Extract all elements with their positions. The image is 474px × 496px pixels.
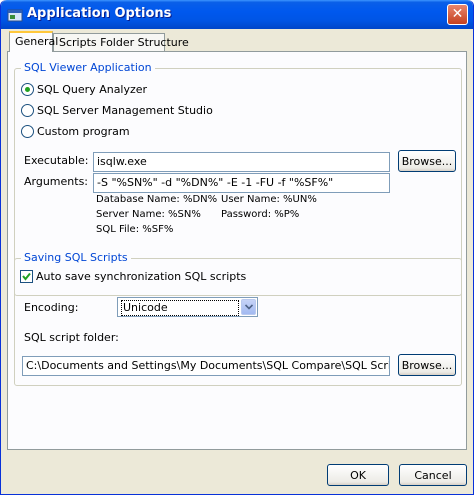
- close-icon: ✕: [451, 6, 464, 22]
- hint-database-name: Database Name: %DN%: [96, 194, 218, 205]
- title-bar[interactable]: Application Options ✕: [1, 0, 473, 29]
- executable-label: Executable:: [24, 154, 89, 167]
- hint-server-name: Server Name: %SN%: [96, 209, 201, 220]
- saving-sql-scripts-group-label: Saving SQL Scripts: [21, 251, 131, 264]
- encoding-value: Unicode: [121, 300, 239, 316]
- arguments-field[interactable]: -S "%SN%" -d "%DN%" -E -1 -FU -f "%SF%": [93, 173, 390, 193]
- auto-save-label[interactable]: Auto save synchronization SQL scripts: [36, 270, 246, 283]
- auto-save-checkbox[interactable]: [20, 270, 33, 283]
- app-icon: [7, 7, 23, 23]
- chevron-down-icon[interactable]: [241, 299, 256, 315]
- encoding-select[interactable]: Unicode: [117, 297, 258, 317]
- arguments-label: Arguments:: [24, 175, 89, 188]
- window-title: Application Options: [27, 6, 172, 21]
- application-options-window: Application Options ✕ General Scripts Fo…: [0, 0, 474, 495]
- sql-script-folder-field[interactable]: C:\Documents and Settings\My Documents\S…: [22, 356, 390, 376]
- radio-selected-dot: [25, 87, 30, 92]
- radio-sql-server-management-studio[interactable]: [21, 104, 34, 117]
- tab-general[interactable]: General: [9, 31, 58, 52]
- general-tab-panel: SQL Viewer Application SQL Query Analyze…: [7, 51, 467, 450]
- ok-button[interactable]: OK: [327, 464, 389, 486]
- checkmark-icon: [22, 272, 31, 281]
- radio-sql-query-analyzer[interactable]: [21, 83, 34, 96]
- sql-script-folder-label: SQL script folder:: [24, 331, 119, 344]
- close-button[interactable]: ✕: [447, 4, 468, 25]
- executable-field[interactable]: isqlw.exe: [93, 152, 390, 172]
- radio-custom-program[interactable]: [21, 125, 34, 138]
- hint-password: Password: %P%: [221, 209, 300, 220]
- executable-browse-button[interactable]: Browse...: [398, 150, 456, 172]
- hint-user-name: User Name: %UN%: [221, 194, 317, 205]
- sql-query-analyzer-label[interactable]: SQL Query Analyzer: [37, 83, 147, 96]
- encoding-label: Encoding:: [24, 301, 79, 314]
- folder-browse-button[interactable]: Browse...: [398, 354, 456, 376]
- sql-viewer-group-label: SQL Viewer Application: [21, 61, 155, 74]
- cancel-button[interactable]: Cancel: [399, 464, 467, 486]
- sql-server-management-studio-label[interactable]: SQL Server Management Studio: [37, 104, 213, 117]
- tab-scripts-folder-structure[interactable]: Scripts Folder Structure: [53, 33, 189, 51]
- custom-program-label[interactable]: Custom program: [37, 125, 130, 138]
- hint-sql-file: SQL File: %SF%: [96, 224, 174, 235]
